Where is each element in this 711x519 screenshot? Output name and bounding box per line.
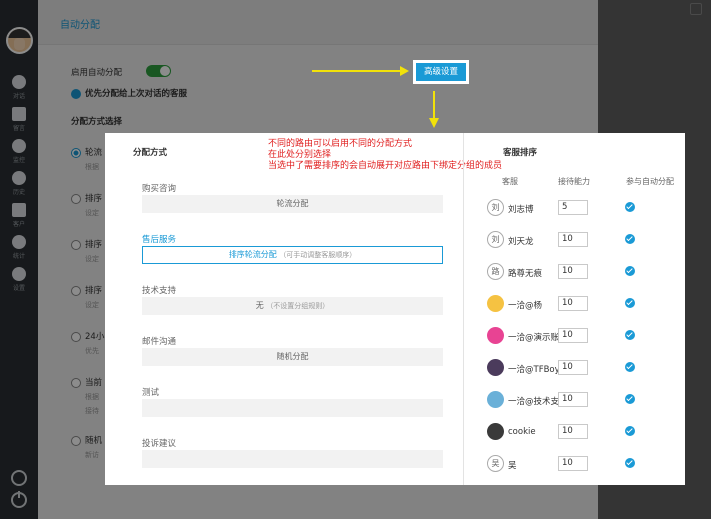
agent-name: 刘天龙 [508,237,534,247]
route-method-select[interactable]: 排序轮流分配 （可手动调整客服顺序） [142,246,443,264]
agent-name: 一洽@技术支 [508,397,560,407]
capacity-input[interactable]: 10 [558,296,588,311]
auto-assign-check-icon[interactable] [625,202,635,212]
annotation-arrow-down-head [429,118,439,128]
route-method-hint: （不设置分组规则） [266,302,330,310]
capacity-input[interactable]: 10 [558,264,588,279]
routes-panel-title: 分配方式 [133,148,168,158]
agent-order-title: 客服排序 [503,148,538,158]
agent-avatar [487,295,504,312]
column-header-capacity: 接待能力 [558,177,590,186]
agent-name: 一洽@TFBoy [508,365,560,375]
column-header-auto-assign: 参与自动分配 [626,177,674,186]
annotation-arrow-right-head [400,66,409,76]
capacity-input[interactable]: 10 [558,392,588,407]
route-name: 技术支持 [142,286,177,296]
routes-panel: 分配方式 购买咨询 轮流分配 售后服务 排序轮流分配 （可手动调整客服顺序） 技术支持… [105,133,463,485]
auto-assign-check-icon[interactable] [625,362,635,372]
route-name: 购买咨询 [142,184,177,194]
agent-row: 刘刘天龙 10 [487,231,677,251]
route-name: 测试 [142,388,160,398]
agent-row: 一洽@演示账 10 [487,327,677,347]
route-name: 投诉建议 [142,439,177,449]
agent-avatar: 路 [487,263,504,280]
agent-name: 吴 [508,461,517,471]
auto-assign-check-icon[interactable] [625,458,635,468]
auto-assign-check-icon[interactable] [625,234,635,244]
agent-row: cookie 10 [487,423,677,443]
capacity-input[interactable]: 10 [558,328,588,343]
route-method-select[interactable]: 无 （不设置分组规则） [142,297,443,315]
route-method-select[interactable]: 轮流分配 [142,195,443,213]
capacity-input[interactable]: 5 [558,200,588,215]
route-method-value: 随机分配 [276,352,309,361]
agent-avatar [487,423,504,440]
route-method-hint: （可手动调整客服顺序） [279,251,357,259]
agent-name: 路尊无痕 [508,269,543,279]
agent-avatar [487,359,504,376]
annotation-arrow-down [433,91,435,121]
modal-divider [463,133,464,485]
auto-assign-check-icon[interactable] [625,330,635,340]
route-name: 邮件沟通 [142,337,177,347]
route-name: 售后服务 [142,235,177,245]
annotation-line: 当选中了需要排序的会自动展开对应路由下绑定分组的成员 [268,161,503,171]
route-method-value: 轮流分配 [276,199,309,208]
capacity-input[interactable]: 10 [558,456,588,471]
route-method-select[interactable] [142,399,443,417]
route-method-value: 排序轮流分配 [228,250,277,259]
agent-name: 一洽@杨 [508,301,543,311]
route-method-select[interactable] [142,450,443,468]
agent-avatar: 刘 [487,199,504,216]
agent-avatar [487,391,504,408]
agent-row: 刘刘志博 5 [487,199,677,219]
auto-assign-check-icon[interactable] [625,266,635,276]
advanced-settings-modal: 分配方式 购买咨询 轮流分配 售后服务 排序轮流分配 （可手动调整客服顺序） 技术支持… [105,133,685,485]
auto-assign-check-icon[interactable] [625,394,635,404]
agent-row: 吴吴 10 [487,455,677,475]
agent-name: 一洽@演示账 [508,333,560,343]
route-method-select[interactable]: 随机分配 [142,348,443,366]
annotation-arrow-right [312,70,404,72]
agent-row: 一洽@TFBoy 10 [487,359,677,379]
agent-row: 一洽@杨 10 [487,295,677,315]
route-method-value: 无 [255,301,264,310]
capacity-input[interactable]: 10 [558,232,588,247]
auto-assign-check-icon[interactable] [625,426,635,436]
agent-avatar [487,327,504,344]
agent-name: cookie [508,427,536,437]
capacity-input[interactable]: 10 [558,424,588,439]
agent-avatar: 刘 [487,231,504,248]
agent-row: 路路尊无痕 10 [487,263,677,283]
agent-avatar: 吴 [487,455,504,472]
agent-name: 刘志博 [508,205,534,215]
column-header-agent: 客服 [502,177,518,186]
capacity-input[interactable]: 10 [558,360,588,375]
advanced-settings-button[interactable]: 高级设置 [413,60,469,84]
auto-assign-check-icon[interactable] [625,298,635,308]
agent-row: 一洽@技术支 10 [487,391,677,411]
